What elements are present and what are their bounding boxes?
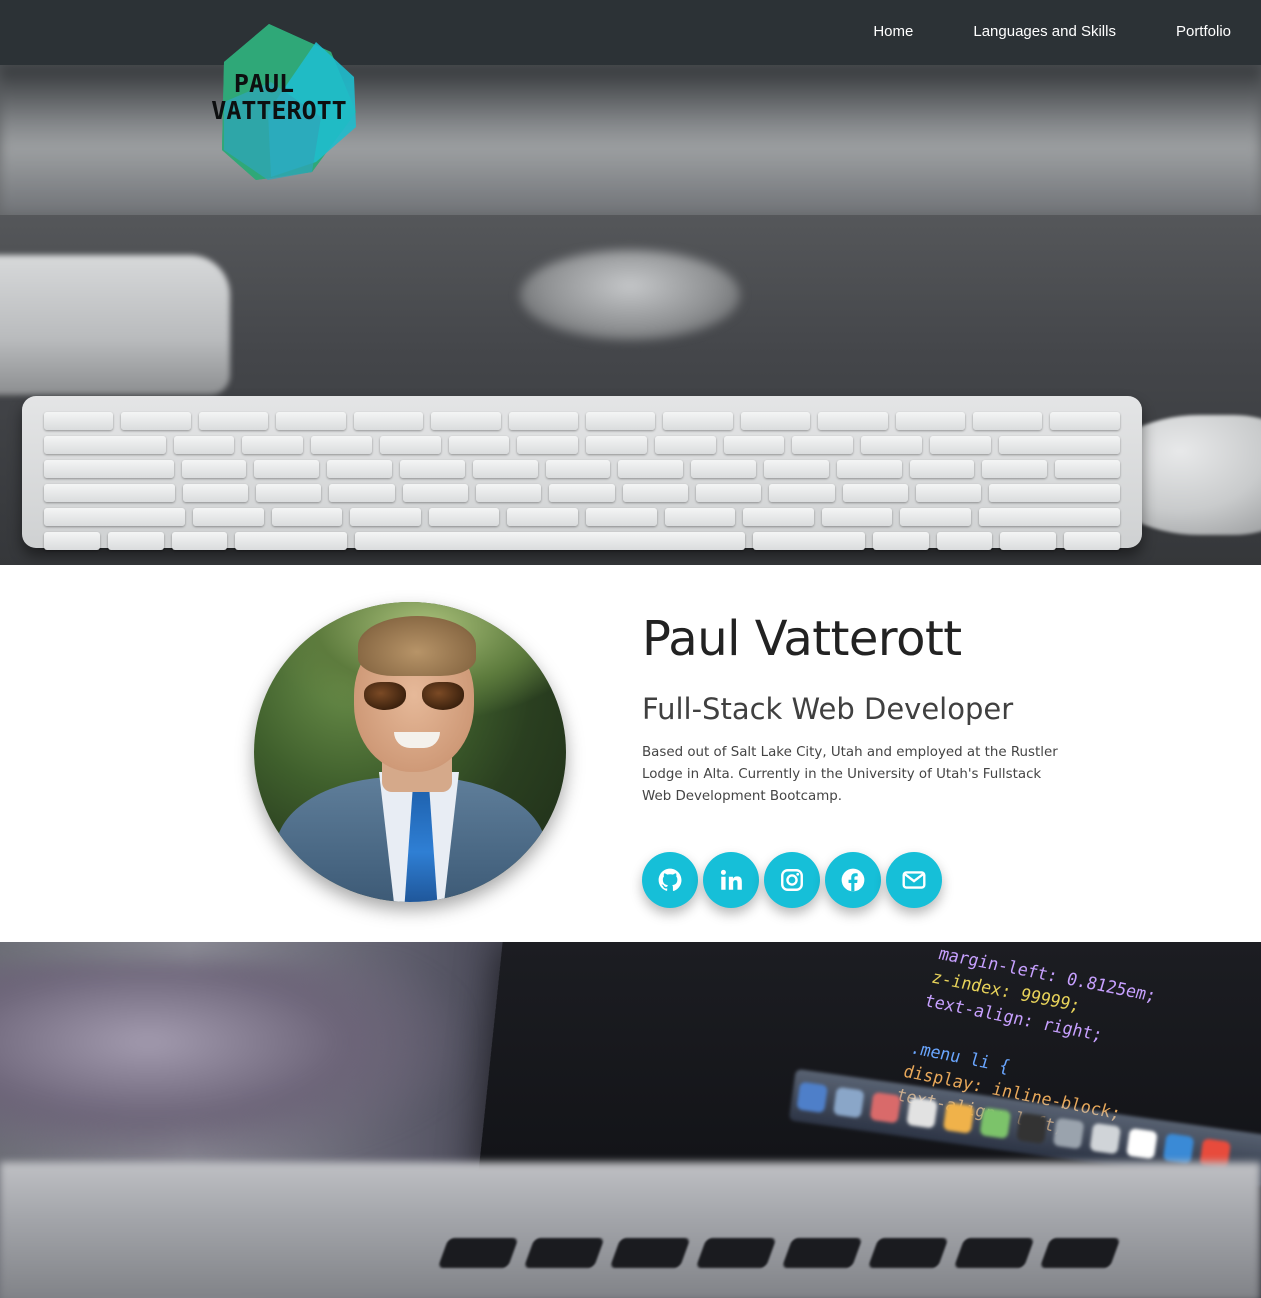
github-button[interactable]: [642, 852, 698, 908]
profile-info: Paul Vatterott Full-Stack Web Developer …: [642, 615, 1082, 808]
profile-section: Paul Vatterott Full-Stack Web Developer …: [0, 565, 1261, 942]
hero-banner: [0, 0, 1261, 565]
profile-name: Paul Vatterott: [642, 611, 962, 667]
hero-bowl: [520, 250, 740, 340]
hero-background-window: [0, 65, 1261, 215]
logo-line-1: PAUL: [233, 69, 295, 98]
email-button[interactable]: [886, 852, 942, 908]
hero-keyboard-image: [22, 396, 1142, 550]
logo-line-2: VATTEROTT: [211, 96, 347, 125]
facebook-button[interactable]: [825, 852, 881, 908]
nav-link-languages-and-skills[interactable]: Languages and Skills: [973, 23, 1116, 40]
social-links: [642, 852, 942, 908]
profile-title: Full-Stack Web Developer: [642, 692, 1014, 726]
instagram-button[interactable]: [764, 852, 820, 908]
bottom-blur-background: [0, 962, 460, 1162]
navbar: Home Languages and Skills Portfolio: [0, 0, 1261, 65]
laptop-code-banner: margin-left: 0.8125em; z-index: 99999; t…: [0, 942, 1261, 1298]
email-icon: [902, 871, 926, 889]
profile-avatar: [254, 602, 566, 902]
facebook-icon: [841, 868, 865, 892]
linkedin-icon: [720, 869, 742, 890]
laptop-keys: [417, 1232, 1242, 1298]
nav-links: Home Languages and Skills Portfolio: [873, 23, 1231, 40]
linkedin-button[interactable]: [703, 852, 759, 908]
instagram-icon: [781, 869, 803, 891]
nav-link-portfolio[interactable]: Portfolio: [1176, 23, 1231, 40]
profile-bio: Based out of Salt Lake City, Utah and em…: [642, 745, 1058, 804]
hero-laptop-corner: [0, 255, 230, 395]
logo-text: PAUL VATTEROTT: [196, 70, 362, 124]
site-logo[interactable]: PAUL VATTEROTT: [196, 22, 362, 180]
github-icon: [658, 868, 682, 891]
nav-link-home[interactable]: Home: [873, 23, 913, 40]
